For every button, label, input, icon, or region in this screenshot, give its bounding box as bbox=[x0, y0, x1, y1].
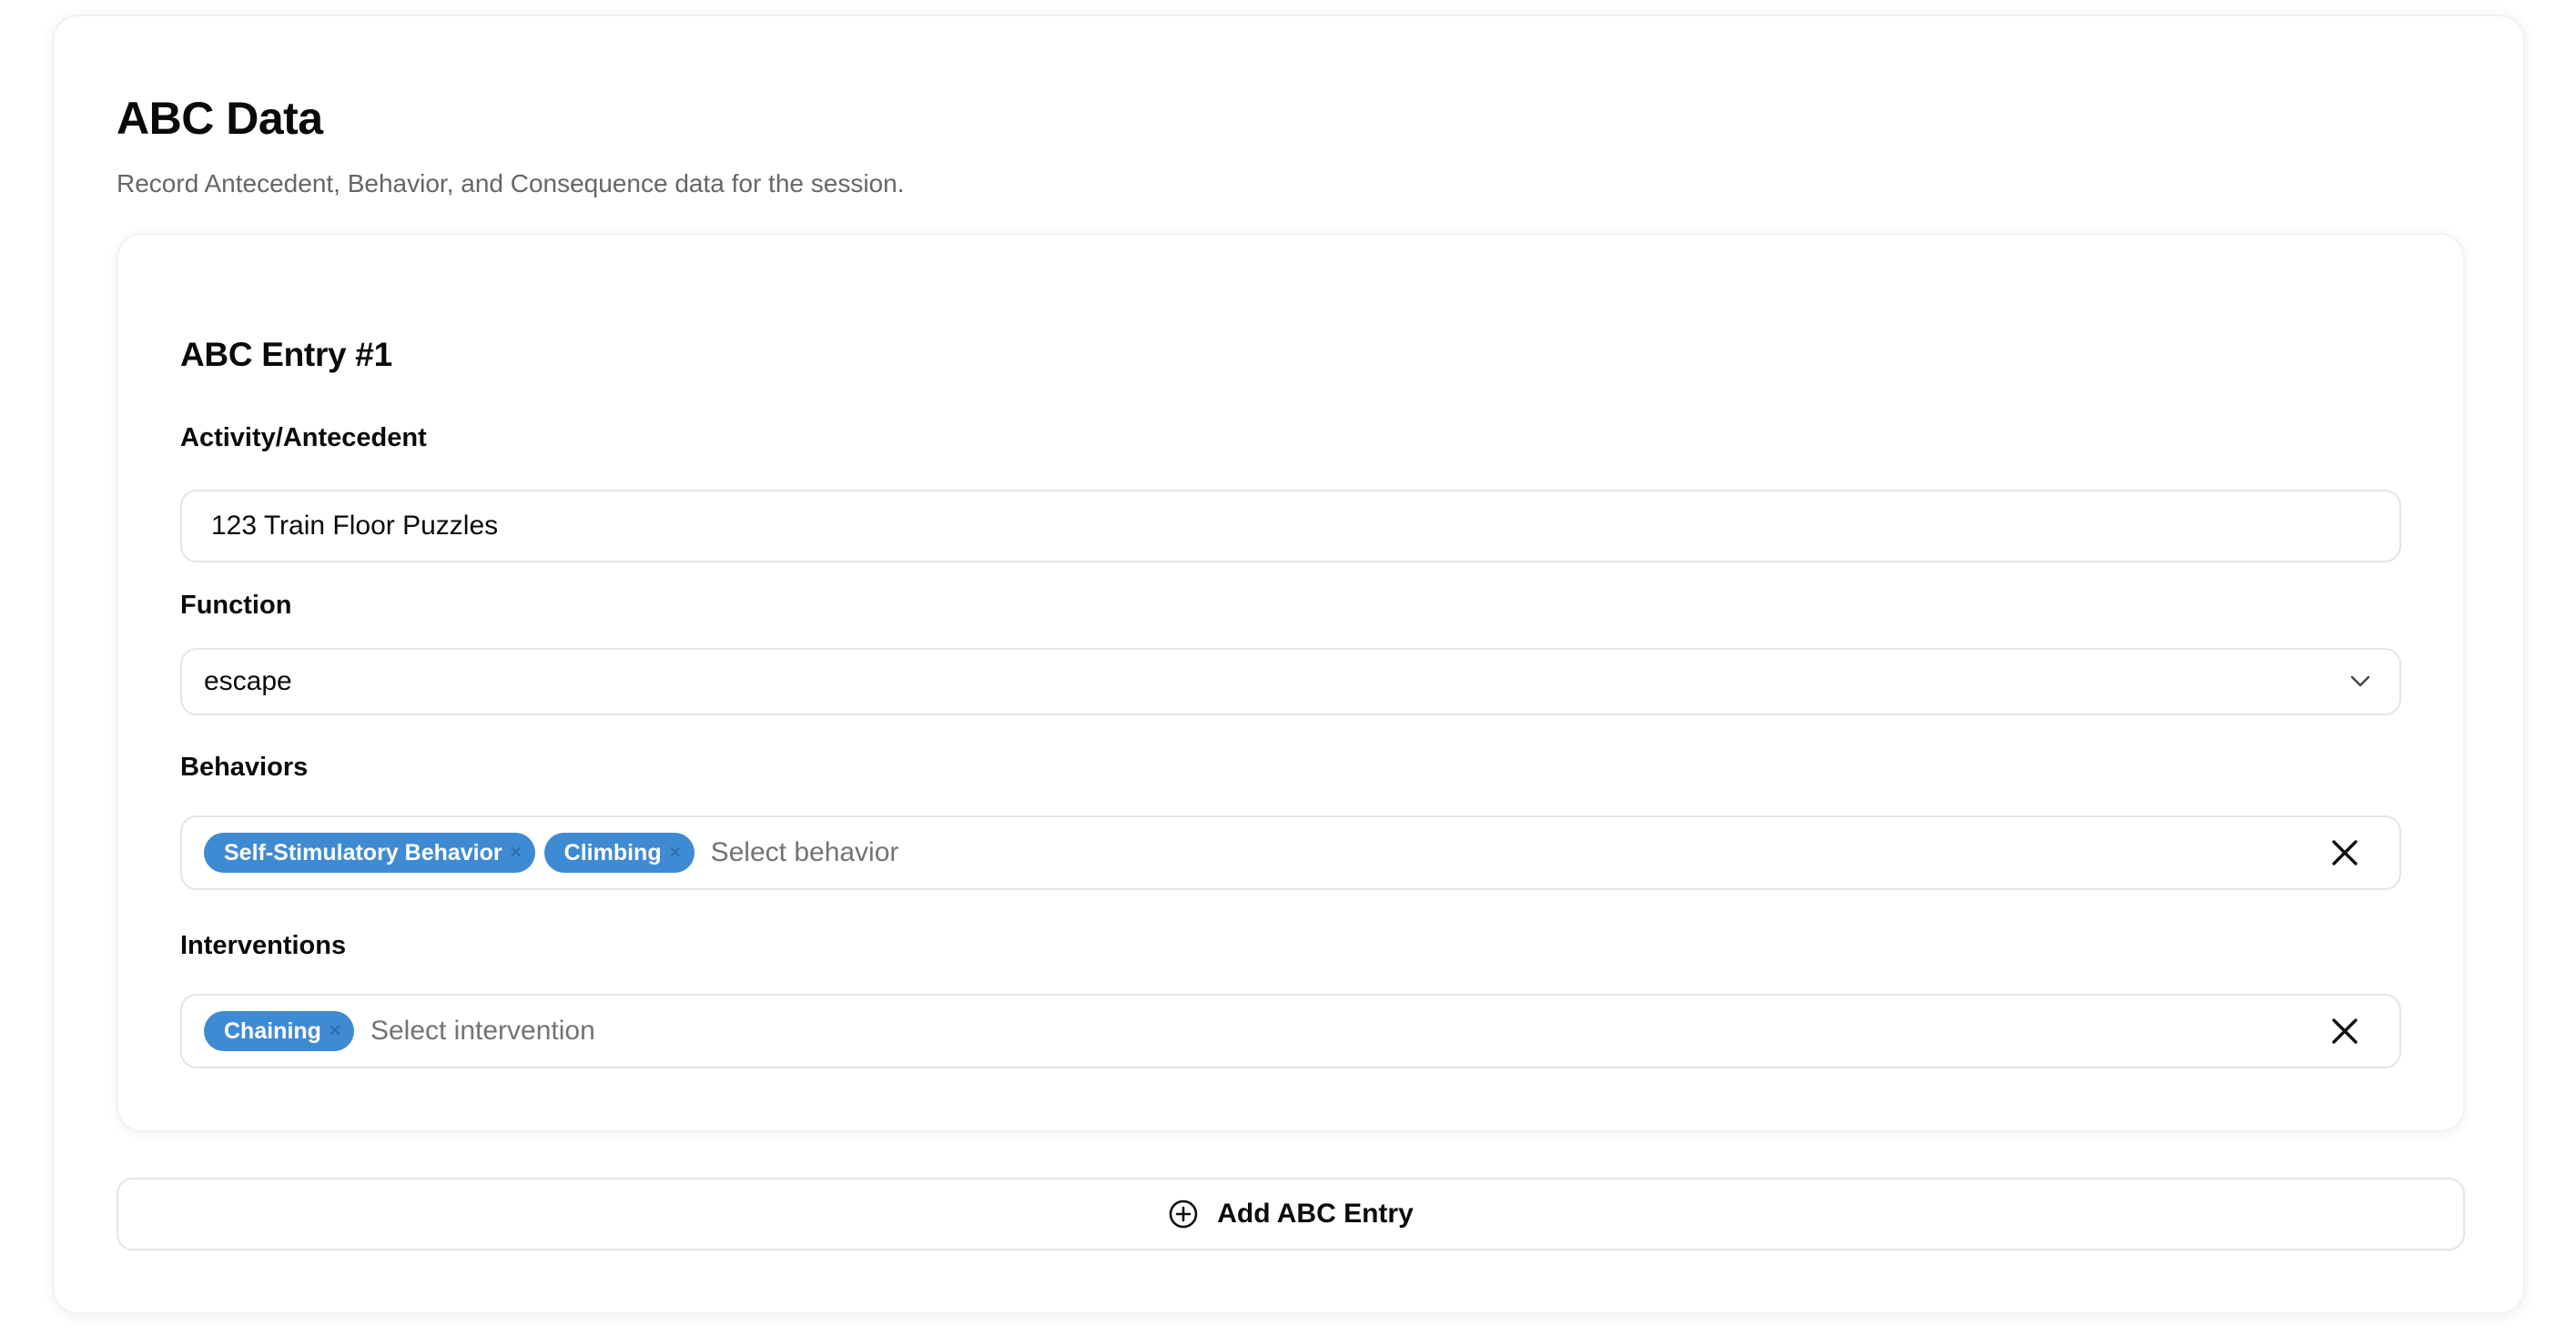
close-icon[interactable] bbox=[2327, 835, 2363, 871]
page-title: ABC Data bbox=[117, 93, 323, 144]
behaviors-multiselect[interactable]: Self-Stimulatory Behavior × Climbing × S… bbox=[180, 815, 2401, 890]
plus-circle-icon bbox=[1168, 1199, 1199, 1230]
activity-input[interactable] bbox=[182, 491, 2399, 561]
activity-field bbox=[180, 490, 2401, 562]
tag-remove-icon[interactable]: × bbox=[510, 842, 522, 864]
add-abc-entry-button[interactable]: Add ABC Entry bbox=[117, 1178, 2465, 1250]
intervention-tag: Chaining × bbox=[204, 1011, 354, 1051]
behaviors-tags: Self-Stimulatory Behavior × Climbing × S… bbox=[182, 817, 2327, 888]
behavior-search-input[interactable]: Select behavior bbox=[711, 837, 899, 868]
function-selected-value: escape bbox=[204, 666, 292, 696]
intervention-tag-label: Chaining bbox=[224, 1017, 321, 1044]
intervention-search-input[interactable]: Select intervention bbox=[370, 1016, 595, 1047]
tag-remove-icon[interactable]: × bbox=[329, 1020, 341, 1042]
tag-remove-icon[interactable]: × bbox=[669, 842, 682, 864]
add-abc-entry-label: Add ABC Entry bbox=[1217, 1199, 1414, 1229]
interventions-tags: Chaining × Select intervention bbox=[182, 996, 2327, 1067]
behavior-tag: Self-Stimulatory Behavior × bbox=[204, 833, 535, 873]
behavior-tag: Climbing × bbox=[543, 833, 695, 873]
behavior-tag-label: Self-Stimulatory Behavior bbox=[224, 839, 502, 865]
behaviors-label: Behaviors bbox=[180, 753, 309, 782]
abc-data-card: ABC Data Record Antecedent, Behavior, an… bbox=[53, 15, 2525, 1314]
function-label: Function bbox=[180, 591, 292, 620]
chevron-down-icon[interactable] bbox=[2348, 670, 2372, 693]
abc-entry-card: ABC Entry #1 Activity/Antecedent Functio… bbox=[117, 233, 2465, 1132]
function-select[interactable]: escape bbox=[180, 648, 2401, 715]
interventions-multiselect[interactable]: Chaining × Select intervention bbox=[180, 994, 2401, 1068]
entry-title: ABC Entry #1 bbox=[180, 336, 392, 373]
behavior-tag-label: Climbing bbox=[563, 839, 662, 865]
close-icon[interactable] bbox=[2327, 1013, 2363, 1049]
activity-label: Activity/Antecedent bbox=[180, 423, 427, 452]
interventions-label: Interventions bbox=[180, 931, 347, 960]
page-subtitle: Record Antecedent, Behavior, and Consequ… bbox=[117, 169, 905, 197]
